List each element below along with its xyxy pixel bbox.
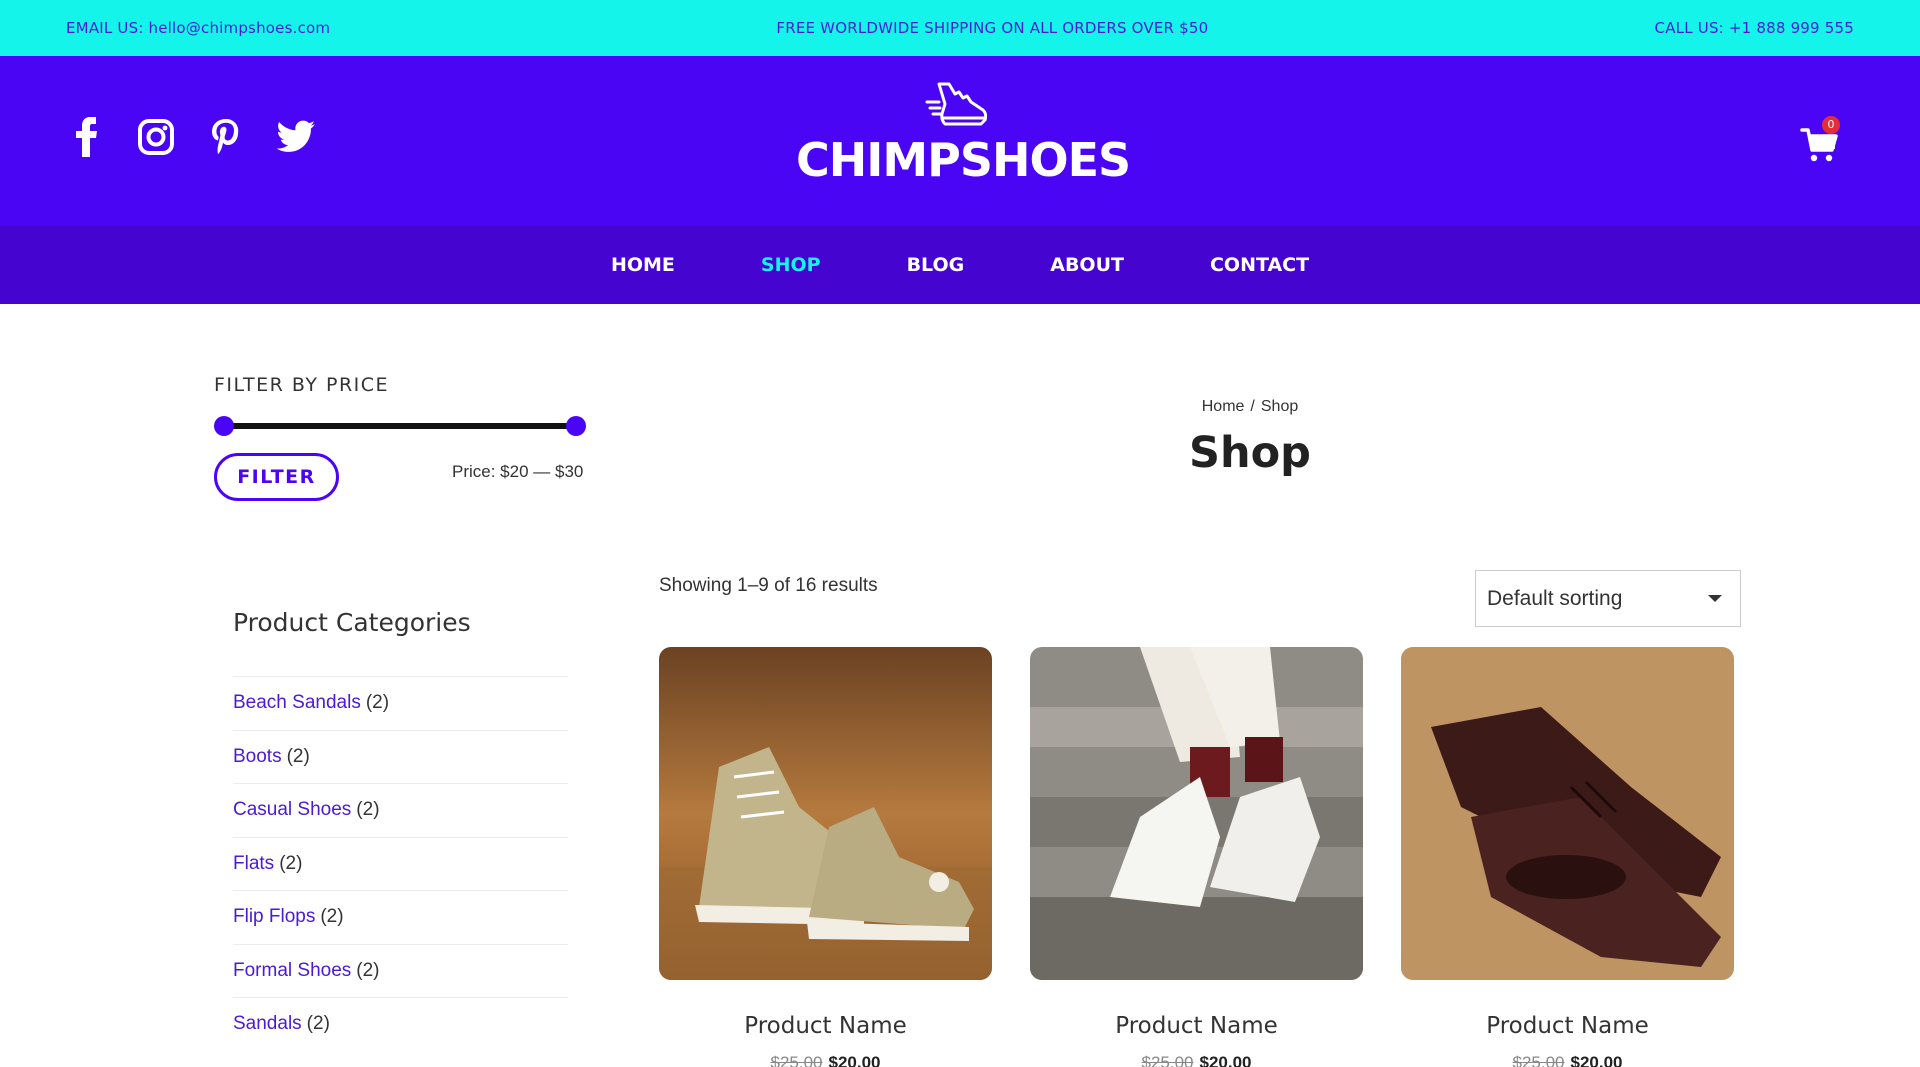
category-count: (2) [320,906,344,928]
product-grid: Product Name $25.00 $20.00 Product Name $… [659,647,1734,1067]
category-item: Beach Sandals (2) [233,676,568,730]
product-name[interactable]: Product Name [1030,1013,1363,1039]
email-info[interactable]: EMAIL US: hello@chimpshoes.com [66,19,330,37]
nav-home[interactable]: HOME [568,254,718,276]
product-image[interactable] [1401,647,1734,980]
product-image[interactable] [1030,647,1363,980]
category-link[interactable]: Casual Shoes [233,799,351,821]
site-logo[interactable]: CHIMPSHOES [796,80,1131,188]
category-item: Flats (2) [233,836,568,891]
shipping-info: FREE WORLDWIDE SHIPPING ON ALL ORDERS OV… [776,19,1209,37]
caret-down-icon [1708,595,1722,602]
filter-button[interactable]: FILTER [214,453,339,501]
filter-title: FILTER BY PRICE [214,374,390,396]
nav-shop[interactable]: SHOP [718,254,864,276]
sorting-select[interactable]: Default sorting [1475,570,1741,627]
old-price: $25.00 [1512,1053,1565,1067]
sale-price: $20.00 [828,1053,881,1067]
sale-price: $20.00 [1199,1053,1252,1067]
category-count: (2) [356,799,380,821]
price-slider[interactable] [214,416,586,436]
slider-min-handle[interactable] [214,416,234,436]
product-name[interactable]: Product Name [659,1013,992,1039]
sale-price: $20.00 [1570,1053,1623,1067]
category-link[interactable]: Formal Shoes [233,960,351,982]
nav-contact[interactable]: CONTACT [1167,254,1352,276]
category-link[interactable]: Beach Sandals [233,692,361,714]
nav-about[interactable]: ABOUT [1007,254,1167,276]
category-count: (2) [286,745,310,767]
category-list: Beach Sandals (2) Boots (2) Casual Shoes (2… [233,676,568,1051]
product-name[interactable]: Product Name [1401,1013,1734,1039]
breadcrumb-current: Shop [1260,398,1299,415]
old-price: $25.00 [1141,1053,1194,1067]
breadcrumb-separator: / [1250,398,1255,415]
product-card: Product Name $25.00 $20.00 [1401,647,1734,1067]
product-image[interactable] [659,647,992,980]
pinterest-icon[interactable] [206,116,246,158]
category-item: Casual Shoes (2) [233,783,568,837]
cart-count-badge: 0 [1822,116,1840,134]
shoe-logo-icon [925,82,987,126]
category-link[interactable]: Flip Flops [233,906,315,928]
category-count: (2) [279,852,303,874]
category-link[interactable]: Boots [233,746,282,768]
cart-button[interactable]: 0 [1800,116,1844,164]
price-range-label: Price: $20 — $30 [452,462,584,481]
site-header: CHIMPSHOES 0 [0,56,1920,226]
category-item: Sandals (2) [233,997,568,1051]
category-count: (2) [365,692,390,714]
product-card: Product Name $25.00 $20.00 [659,647,992,1067]
category-link[interactable]: Flats [233,853,274,875]
nav-blog[interactable]: BLOG [864,254,1008,276]
result-count: Showing 1–9 of 16 results [659,575,878,596]
top-bar: EMAIL US: hello@chimpshoes.com FREE WORL… [0,0,1920,56]
twitter-icon[interactable] [276,116,316,158]
phone-info[interactable]: CALL US: +1 888 999 555 [1655,19,1854,37]
instagram-icon[interactable] [136,116,176,158]
product-price: $25.00 $20.00 [1030,1053,1363,1067]
slider-track [222,423,578,429]
category-item: Boots (2) [233,729,568,784]
facebook-icon[interactable] [66,116,106,158]
main-nav: HOME SHOP BLOG ABOUT CONTACT [0,226,1920,304]
product-price: $25.00 $20.00 [1401,1053,1734,1067]
page-title: Shop [1189,428,1311,478]
product-price: $25.00 $20.00 [659,1053,992,1067]
breadcrumb: Home / Shop [1100,398,1400,416]
category-link[interactable]: Sandals [233,1013,302,1035]
category-count: (2) [356,959,380,981]
sorting-value: Default sorting [1487,586,1623,610]
category-item: Formal Shoes (2) [233,943,568,998]
slider-max-handle[interactable] [566,416,586,436]
product-card: Product Name $25.00 $20.00 [1030,647,1363,1067]
category-count: (2) [306,1013,330,1035]
category-item: Flip Flops (2) [233,890,568,944]
breadcrumb-home[interactable]: Home [1202,398,1245,415]
old-price: $25.00 [770,1053,823,1067]
categories-title: Product Categories [233,608,471,637]
brand-name: CHIMPSHOES [796,133,1131,187]
social-links [66,116,316,158]
